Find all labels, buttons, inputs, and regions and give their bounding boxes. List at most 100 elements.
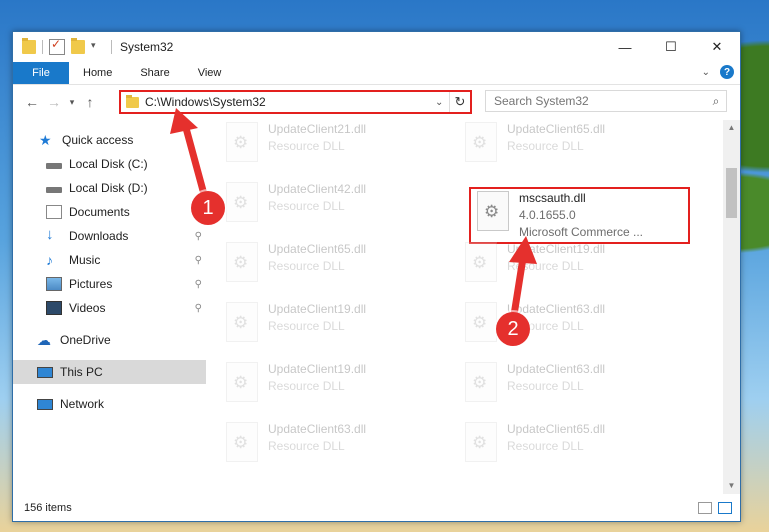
help-icon[interactable]: ? <box>720 65 734 79</box>
sidebar-item-label: Local Disk (D:) <box>69 181 148 195</box>
cloud-icon: ☁ <box>37 332 51 348</box>
item-count: 156 items <box>24 502 72 514</box>
sidebar-item-network[interactable]: Network <box>13 392 206 416</box>
chevron-down-icon[interactable]: ⌄ <box>435 97 449 108</box>
sidebar-item-quick-access[interactable]: ★ Quick access <box>13 128 206 152</box>
sidebar-item-documents[interactable]: Documents <box>13 200 206 224</box>
dll-file-icon <box>226 122 258 162</box>
drive-icon <box>46 163 62 169</box>
file-list: UpdateClient21.dll Resource DLL UpdateCli… <box>206 120 740 494</box>
vertical-scrollbar[interactable]: ▲ ▼ <box>723 120 740 494</box>
divider <box>111 40 112 54</box>
file-item[interactable]: UpdateClient19.dll Resource DLL <box>216 360 438 410</box>
file-description: Resource DLL <box>507 139 584 153</box>
back-arrow-icon[interactable]: ← <box>21 94 43 110</box>
file-name: UpdateClient19.dll <box>507 242 606 256</box>
dll-file-icon <box>465 422 497 462</box>
sidebar-item-label: Local Disk (C:) <box>69 157 148 171</box>
step-2-badge: 2 <box>496 312 530 346</box>
details-view-icon[interactable] <box>698 502 712 514</box>
documents-icon <box>46 205 62 219</box>
dll-file-icon <box>477 191 509 231</box>
sidebar-item-this-pc[interactable]: This PC <box>13 360 206 384</box>
tab-home[interactable]: Home <box>69 62 126 84</box>
scroll-up-icon[interactable]: ▲ <box>723 120 740 136</box>
expand-ribbon-icon[interactable]: ⌄ <box>702 67 710 78</box>
forward-arrow-icon[interactable]: → <box>43 94 65 110</box>
sidebar-item-label: This PC <box>60 365 103 379</box>
dll-file-icon <box>465 242 497 282</box>
minimize-button[interactable]: — <box>602 32 648 62</box>
dll-file-icon <box>226 242 258 282</box>
file-item[interactable]: UpdateClient21.dll Resource DLL <box>216 120 438 170</box>
scroll-down-icon[interactable]: ▼ <box>723 478 740 494</box>
pin-icon[interactable]: ⚲ <box>195 255 202 266</box>
new-folder-icon[interactable] <box>71 38 85 54</box>
sidebar-item-label: Documents <box>69 205 130 219</box>
search-icon[interactable]: ⌕ <box>706 94 726 109</box>
dll-file-icon <box>465 362 497 402</box>
recent-locations-icon[interactable]: ▾ <box>65 97 79 108</box>
step-1-badge: 1 <box>191 191 225 225</box>
large-icons-view-icon[interactable] <box>718 502 732 514</box>
file-item[interactable]: UpdateClient65.dll Resource DLL <box>455 120 677 170</box>
computer-icon <box>37 367 53 378</box>
file-name: UpdateClient19.dll <box>268 362 367 376</box>
folder-icon <box>126 94 139 108</box>
file-item[interactable]: UpdateClient65.dll Resource DLL <box>455 420 677 470</box>
sidebar-item-label: Quick access <box>62 133 134 147</box>
sidebar-item-label: Downloads <box>69 229 129 243</box>
file-item[interactable]: UpdateClient63.dllResource DLL <box>455 300 677 350</box>
pin-icon[interactable]: ⚲ <box>195 303 202 314</box>
tab-file[interactable]: File <box>13 62 69 84</box>
customize-toolbar-icon[interactable]: ▾ <box>91 40 105 54</box>
maximize-button[interactable]: ☐ <box>648 32 694 62</box>
close-button[interactable]: ✕ <box>694 32 740 62</box>
sidebar-item-local-disk-c[interactable]: Local Disk (C:) <box>13 152 206 176</box>
sidebar-item-videos[interactable]: Videos ⚲ <box>13 296 206 320</box>
sidebar-item-label: Pictures <box>69 277 113 291</box>
address-bar[interactable]: C:\Windows\System32 ⌄ ↻ <box>119 90 472 114</box>
dll-file-icon <box>465 122 497 162</box>
sidebar-item-music[interactable]: ♪ Music ⚲ <box>13 248 206 272</box>
ribbon-tabs: File Home Share View ⌄ ? <box>13 62 740 85</box>
file-item[interactable]: UpdateClient63.dllResource DLL <box>216 420 438 470</box>
sidebar-item-onedrive[interactable]: ☁ OneDrive <box>13 328 206 352</box>
file-version: 4.0.1655.0 <box>519 208 576 222</box>
dll-file-icon <box>226 362 258 402</box>
file-item[interactable]: UpdateClient19.dll Resource DLL <box>455 240 677 290</box>
pictures-icon <box>46 277 62 291</box>
file-description: Resource DLL <box>507 379 584 393</box>
sidebar-item-downloads[interactable]: ↓ Downloads ⚲ <box>13 224 206 248</box>
scrollbar-thumb[interactable] <box>726 168 737 218</box>
dll-file-icon <box>226 302 258 342</box>
file-item[interactable]: UpdateClient65.dll Resource DLL <box>216 240 438 290</box>
tab-view[interactable]: View <box>184 62 236 84</box>
file-description: Resource DLL <box>268 259 345 273</box>
up-arrow-icon[interactable]: ↑ <box>79 94 101 110</box>
divider <box>42 40 43 54</box>
sidebar-item-local-disk-d[interactable]: Local Disk (D:) <box>13 176 206 200</box>
file-description: Resource DLL <box>507 259 584 273</box>
sidebar-item-label: Videos <box>69 301 106 315</box>
search-box[interactable]: ⌕ <box>485 90 727 112</box>
file-item-mscsauth[interactable]: mscsauth.dll 4.0.1655.0 Microsoft Commer… <box>469 187 690 244</box>
music-icon: ♪ <box>46 252 53 268</box>
sidebar-item-pictures[interactable]: Pictures ⚲ <box>13 272 206 296</box>
file-name: mscsauth.dll <box>519 191 586 205</box>
folder-icon <box>22 38 36 54</box>
properties-icon[interactable] <box>49 37 65 55</box>
file-description: Microsoft Commerce ... <box>519 225 644 239</box>
file-item[interactable]: UpdateClient63.dllResource DLL <box>455 360 677 410</box>
search-input[interactable] <box>486 93 706 109</box>
file-item[interactable]: UpdateClient42.dll Resource DLL <box>216 180 438 230</box>
file-item[interactable]: UpdateClient19.dll Resource DLL <box>216 300 438 350</box>
navigation-pane: ★ Quick access Local Disk (C:) Local Dis… <box>13 120 206 494</box>
refresh-icon[interactable]: ↻ <box>449 92 470 112</box>
pin-icon[interactable]: ⚲ <box>195 231 202 242</box>
sidebar-item-label: Network <box>60 397 105 411</box>
address-path[interactable]: C:\Windows\System32 <box>145 95 435 109</box>
tab-share[interactable]: Share <box>126 62 183 84</box>
window-title: System32 <box>120 40 174 54</box>
pin-icon[interactable]: ⚲ <box>195 279 202 290</box>
